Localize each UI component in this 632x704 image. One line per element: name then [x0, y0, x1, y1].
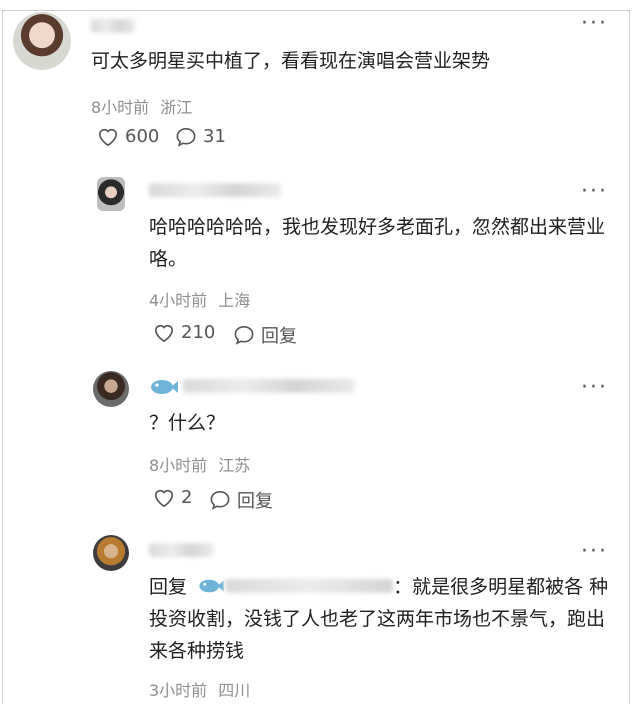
reply-text: 哈哈哈哈哈哈，我也发现好多老面孔，忽然都出来营业咯。 — [149, 216, 606, 270]
reply-time: 3小时前 — [149, 681, 208, 700]
username-blurred[interactable] — [91, 19, 135, 33]
more-dots-icon[interactable]: ··· — [581, 541, 608, 563]
username-blurred[interactable] — [149, 183, 281, 197]
reply-time: 8小时前 — [149, 456, 208, 475]
like-button[interactable]: 600 — [97, 126, 159, 147]
reply-prefix: 回复 — [149, 576, 188, 598]
username-blurred[interactable] — [149, 543, 213, 557]
mentioned-user-blurred[interactable] — [225, 579, 394, 593]
reply-label: 回复 — [261, 326, 297, 347]
avatar[interactable] — [13, 12, 71, 70]
reply-text: 回复 ：就是很多明星都被各 种投资收割，没钱了人也老了这两年市场也不景气，跑出来… — [149, 571, 613, 667]
like-count: 210 — [181, 322, 216, 343]
comment-button[interactable]: 31 — [175, 126, 226, 147]
heart-icon — [98, 128, 118, 146]
comment-meta: 8小时前 浙江 — [91, 94, 192, 118]
comment-bubble-icon — [210, 490, 230, 510]
more-dots-icon[interactable]: ··· — [581, 13, 608, 35]
reply-location: 四川 — [218, 681, 251, 700]
reply-location: 江苏 — [218, 456, 251, 475]
comment-bubble-icon — [234, 325, 254, 345]
username-blurred[interactable] — [183, 379, 355, 393]
reply-text-line1: ：就是很多明星都被各 — [393, 576, 584, 598]
reply-location: 上海 — [218, 291, 251, 310]
reply-button[interactable]: 回复 — [233, 322, 297, 348]
avatar[interactable] — [93, 535, 129, 571]
reply-button[interactable]: 回复 — [209, 487, 273, 513]
avatar[interactable] — [93, 371, 129, 407]
comment-thread: ··· 可太多明星买中植了，看看现在演唱会营业架势 8小时前 浙江 600 31… — [2, 10, 630, 704]
comment-text: 可太多明星买中植了，看看现在演唱会营业架势 — [91, 50, 491, 72]
reply-count: 31 — [203, 126, 226, 147]
more-dots-icon[interactable]: ··· — [581, 377, 608, 399]
avatar[interactable] — [97, 177, 125, 211]
more-dots-icon[interactable]: ··· — [581, 181, 608, 203]
comment-bubble-icon — [176, 127, 196, 147]
reply-meta: 3小时前 四川 — [149, 677, 250, 701]
heart-icon — [154, 489, 174, 507]
comment-location: 浙江 — [160, 98, 193, 117]
reply-meta: 4小时前 上海 — [149, 287, 250, 311]
reply-text: ？什么？ — [149, 412, 226, 434]
fish-badge-icon — [151, 380, 178, 394]
reply-meta: 8小时前 江苏 — [149, 452, 250, 476]
comment-time: 8小时前 — [91, 98, 150, 117]
heart-icon — [154, 324, 174, 342]
like-count: 2 — [181, 487, 193, 508]
like-button[interactable]: 2 — [153, 487, 192, 508]
like-button[interactable]: 210 — [153, 322, 215, 343]
like-count: 600 — [125, 126, 160, 147]
reply-label: 回复 — [237, 491, 273, 512]
reply-time: 4小时前 — [149, 291, 208, 310]
fish-badge-icon — [199, 579, 224, 593]
